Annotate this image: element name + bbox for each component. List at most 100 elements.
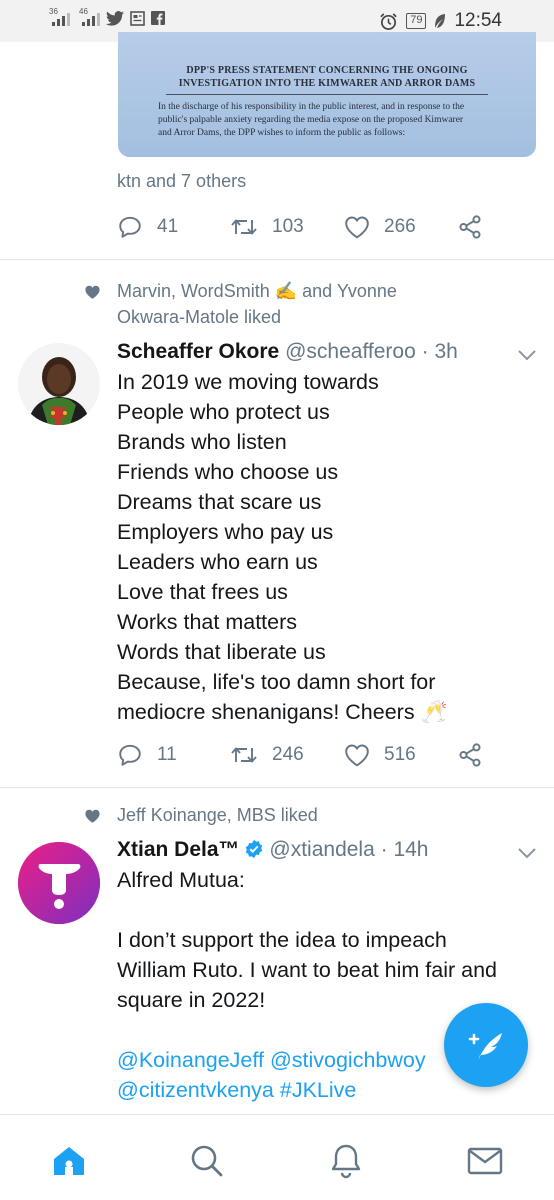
document-heading-line: DPP'S PRESS STATEMENT CONCERNING THE ONG… (186, 65, 468, 76)
attached-document-image[interactable]: DPP'S PRESS STATEMENT CONCERNING THE ONG… (118, 32, 536, 157)
social-context-line: Jeff Koinange, MBS liked (117, 805, 318, 825)
author-name[interactable]: Xtian Dela™ (117, 838, 240, 861)
avatar-logo-icon (18, 842, 100, 924)
social-context-line: Okwara-Matole liked (117, 307, 282, 327)
tweet-header: Scheaffer Okore @scheafferoo · 3h (117, 340, 458, 364)
battery-level: 79 (406, 13, 427, 29)
reply-button[interactable]: 41 (117, 214, 230, 240)
like-button[interactable]: 266 (344, 215, 457, 239)
verified-badge-icon (245, 839, 262, 859)
social-context[interactable]: Marvin, WordSmith ✍️ and Yvonne Okwara-M… (117, 278, 397, 330)
like-count: 266 (384, 216, 416, 237)
share-button[interactable] (457, 214, 483, 240)
retweet-count: 246 (272, 744, 304, 765)
clock: 12:54 (454, 10, 502, 31)
news-icon (130, 10, 145, 26)
tweet-line: Because, life's too damn short for (117, 670, 436, 694)
tweet-divider (0, 259, 554, 260)
bell-icon (331, 1144, 361, 1179)
tweet-line: William Ruto. I want to beat him fair an… (117, 958, 497, 982)
social-context-line: Marvin, WordSmith ✍️ and Yvonne (117, 281, 397, 301)
heart-icon (345, 744, 369, 767)
tweet-header: Xtian Dela™ @xtiandela · 14h (117, 838, 429, 862)
liked-heart-icon (85, 809, 100, 823)
reply-button[interactable]: 11 (117, 742, 230, 768)
nav-notifications[interactable] (326, 1141, 366, 1181)
tweet-line: Works that matters (117, 610, 298, 634)
mention-link[interactable]: @citizentvkenya (117, 1078, 274, 1102)
tweet-line: Friends who choose us (117, 460, 339, 484)
tweet-divider (0, 787, 554, 788)
mail-icon (467, 1147, 503, 1175)
search-icon (191, 1145, 223, 1177)
document-body-line: and Arror Dams, the DPP wishes to inform… (158, 128, 406, 138)
tweet-line: Dreams that scare us (117, 490, 322, 514)
document-body-line: In the discharge of his responsibility i… (158, 102, 465, 112)
twitter-bird-icon (106, 10, 124, 26)
avatar-image (18, 343, 100, 425)
reply-count: 41 (157, 216, 179, 237)
nav-search[interactable] (187, 1141, 227, 1181)
nav-home[interactable] (49, 1141, 89, 1181)
share-icon (459, 743, 481, 767)
tweet-timestamp: · 3h (421, 340, 458, 363)
reply-count: 11 (157, 744, 177, 765)
share-icon (459, 215, 481, 239)
tweet-line: Leaders who earn us (117, 550, 318, 574)
mention-link[interactable]: @stivogichbwoy (270, 1048, 426, 1072)
avatar[interactable] (18, 842, 100, 924)
compose-tweet-button[interactable] (444, 1003, 528, 1087)
compose-tweet-icon (468, 1033, 502, 1061)
tweet-actions: 11 246 516 (117, 742, 497, 768)
retweet-button[interactable]: 246 (230, 742, 344, 768)
author-name[interactable]: Scheaffer Okore (117, 340, 279, 363)
chevron-down-icon[interactable] (516, 348, 538, 362)
cell-signal-2-icon: 46 (79, 7, 100, 26)
home-icon (54, 1147, 84, 1175)
hashtag-link[interactable]: #JKLive (280, 1078, 357, 1102)
tweet-line: Words that liberate us (117, 640, 326, 664)
reply-icon (119, 744, 141, 766)
avatar[interactable] (18, 343, 100, 425)
bottom-navigation (0, 1114, 554, 1200)
tweet-actions: 41 103 266 (117, 214, 497, 240)
like-count: 516 (384, 744, 416, 765)
tweet-line: I don’t support the idea to impeach (117, 928, 447, 952)
network-type-2: 46 (79, 7, 88, 16)
status-right: 79 12:54 (379, 10, 502, 32)
reply-icon (119, 216, 141, 238)
chevron-down-icon[interactable] (516, 846, 538, 860)
tweet-line: Brands who listen (117, 430, 287, 454)
share-button[interactable] (457, 742, 483, 768)
document-divider (166, 94, 488, 95)
retweet-count: 103 (272, 216, 304, 237)
mention-link[interactable]: @KoinangeJeff (117, 1048, 264, 1072)
tweet-line: Love that frees us (117, 580, 288, 604)
status-left: 36 46 (49, 7, 165, 26)
network-type-1: 36 (49, 7, 58, 16)
retweet-icon (231, 219, 257, 235)
tweet-text: In 2019 we moving towards People who pro… (117, 367, 537, 727)
tweet-line: In 2019 we moving towards (117, 370, 379, 394)
retweet-button[interactable]: 103 (230, 214, 344, 240)
tweet-line: People who protect us (117, 400, 330, 424)
tweet-line: Alfred Mutua: (117, 868, 245, 892)
facebook-icon (151, 11, 165, 25)
retweet-icon (231, 747, 257, 763)
like-button[interactable]: 516 (344, 743, 457, 767)
tweet-timestamp: · 14h (380, 838, 429, 861)
nav-messages[interactable] (465, 1141, 505, 1181)
tweet-line: mediocre shenanigans! Cheers 🥂 (117, 700, 448, 724)
social-context[interactable]: Jeff Koinange, MBS liked (117, 802, 318, 828)
cell-signal-icon: 36 (49, 7, 70, 26)
document-heading-line: INVESTIGATION INTO THE KIMWARER AND ARRO… (178, 78, 476, 89)
leaf-icon (435, 14, 446, 28)
author-handle[interactable]: @xtiandela (269, 838, 374, 861)
liked-heart-icon (85, 285, 100, 299)
author-handle[interactable]: @scheafferoo (285, 340, 416, 363)
tweet-line: Employers who pay us (117, 520, 334, 544)
alarm-icon (380, 12, 397, 30)
heart-icon (345, 216, 369, 239)
tagged-users-link[interactable]: ktn and 7 others (117, 171, 246, 192)
